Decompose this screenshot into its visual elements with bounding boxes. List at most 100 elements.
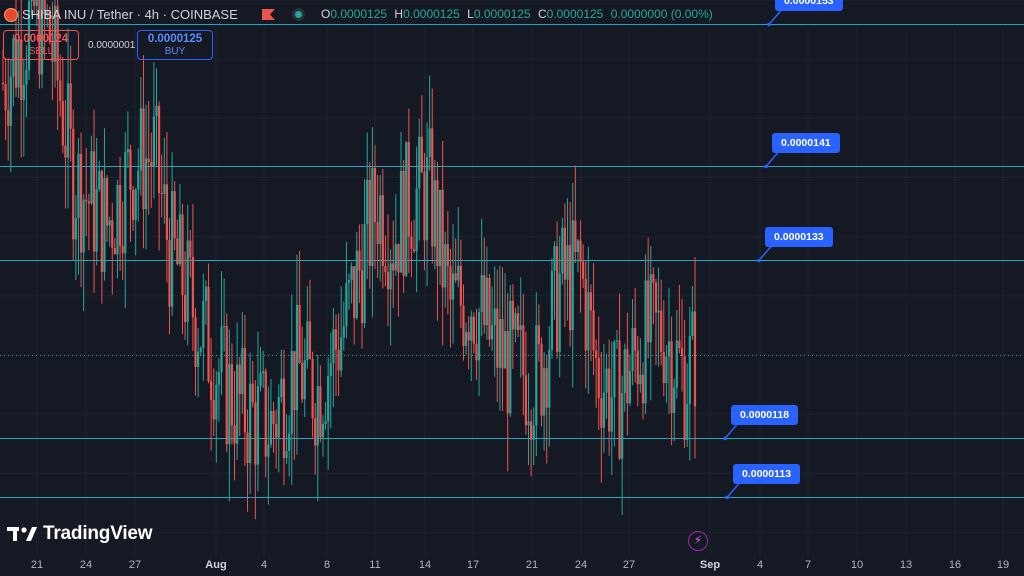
candle-body [615,340,619,342]
candle-body [181,214,184,296]
candle-body [126,149,129,153]
candle-body [459,265,462,306]
candle-body [618,340,621,459]
candle-body [202,300,205,348]
candle-body [207,286,210,382]
candle-body [660,310,663,353]
candle-body [576,240,580,253]
sell-label: SELL [28,46,54,57]
candle-body [584,278,587,351]
candle-body [498,319,501,368]
time-axis[interactable]: 21 24 27 Aug 4 8 11 14 17 21 24 27 Sep 4 7 10 13 16 19 [0,556,1024,576]
candle-body [35,0,38,6]
candle-body [1,82,5,85]
candle-body [530,421,533,440]
candle-body [269,411,273,445]
price-chart[interactable] [0,0,1024,576]
candle-body [545,368,548,408]
candle-body [371,167,374,266]
candle-body [420,136,423,173]
candle-body [173,191,176,239]
price-level-label[interactable]: 0.0000133 [765,226,833,247]
candle-body [516,313,520,331]
candle-body [353,266,356,318]
candle-body [157,105,161,194]
time-tick-label: 27 [622,559,636,571]
candle-body [493,308,496,326]
sell-price: 0.0000124 [13,33,69,45]
chart-canvas[interactable] [0,0,1024,576]
callout-anchor [764,164,768,169]
candle-body [428,128,431,158]
candle-body [298,304,301,363]
candle-body [397,244,400,273]
candle-body [321,423,325,438]
tradingview-logo[interactable]: TradingView [7,522,153,546]
candle-body [33,0,36,6]
candle-body [139,108,142,171]
candle-body [306,321,309,361]
candle-body [373,167,377,223]
candle-body [61,101,64,146]
candle-body [254,402,257,465]
candle-body [436,180,439,267]
candle-body [290,351,293,434]
price-level-label[interactable]: 0.0000113 [733,463,801,484]
candle-body [490,325,494,340]
time-tick-label: 17 [466,559,480,571]
candle-body [553,246,556,271]
candle-body [483,275,486,326]
candle-body [272,411,275,425]
candle-body [337,349,340,371]
candle-body [223,325,226,328]
candle-body [264,371,267,457]
candle-body [212,400,215,420]
lightning-icon[interactable]: ⚡ [688,531,708,551]
candle-body [308,321,312,359]
time-tick-label: 19 [996,559,1010,571]
candle-body [178,214,182,265]
candle-body [384,266,387,273]
candle-body [155,105,158,117]
time-tick-label: 27 [128,559,142,571]
candle-body [197,351,200,367]
time-tick-label: 4 [756,559,764,571]
candle-body [673,387,676,414]
candle-body [592,310,595,351]
candle-body [100,170,103,272]
candle-body [236,364,239,444]
candle-body [597,358,600,399]
candle-body [556,246,559,352]
candle-body [210,381,213,401]
candle-body [199,347,202,352]
candle-body [641,374,645,404]
price-level-label[interactable]: 0.0000153 [775,0,843,11]
candle-body [644,280,647,404]
candle-body [605,368,608,393]
candle-body [654,282,658,313]
candle-body [103,178,106,272]
candle-body [652,274,655,283]
candle-body [522,325,525,376]
candle-body [113,248,116,255]
candle-body [657,310,660,313]
candle-body [623,349,626,393]
candle-body [610,397,613,432]
sell-button[interactable]: 0.0000124 SELL [3,30,79,60]
candle-body [410,236,413,250]
candle-body [470,316,473,341]
time-tick-label: 10 [850,559,864,571]
candle-body [626,349,629,404]
candle-body [355,250,358,318]
candle-body [85,199,88,202]
candle-body [506,331,509,414]
candle-body [220,327,223,373]
price-level-label[interactable]: 0.0000118 [731,404,799,425]
buy-button[interactable]: 0.0000125 BUY [137,30,213,60]
candle-body [267,444,270,457]
candle-body [464,332,468,346]
candle-body [160,193,163,195]
price-level-label[interactable]: 0.0000141 [772,132,840,153]
candle-body [285,451,288,459]
candle-body [675,340,678,388]
